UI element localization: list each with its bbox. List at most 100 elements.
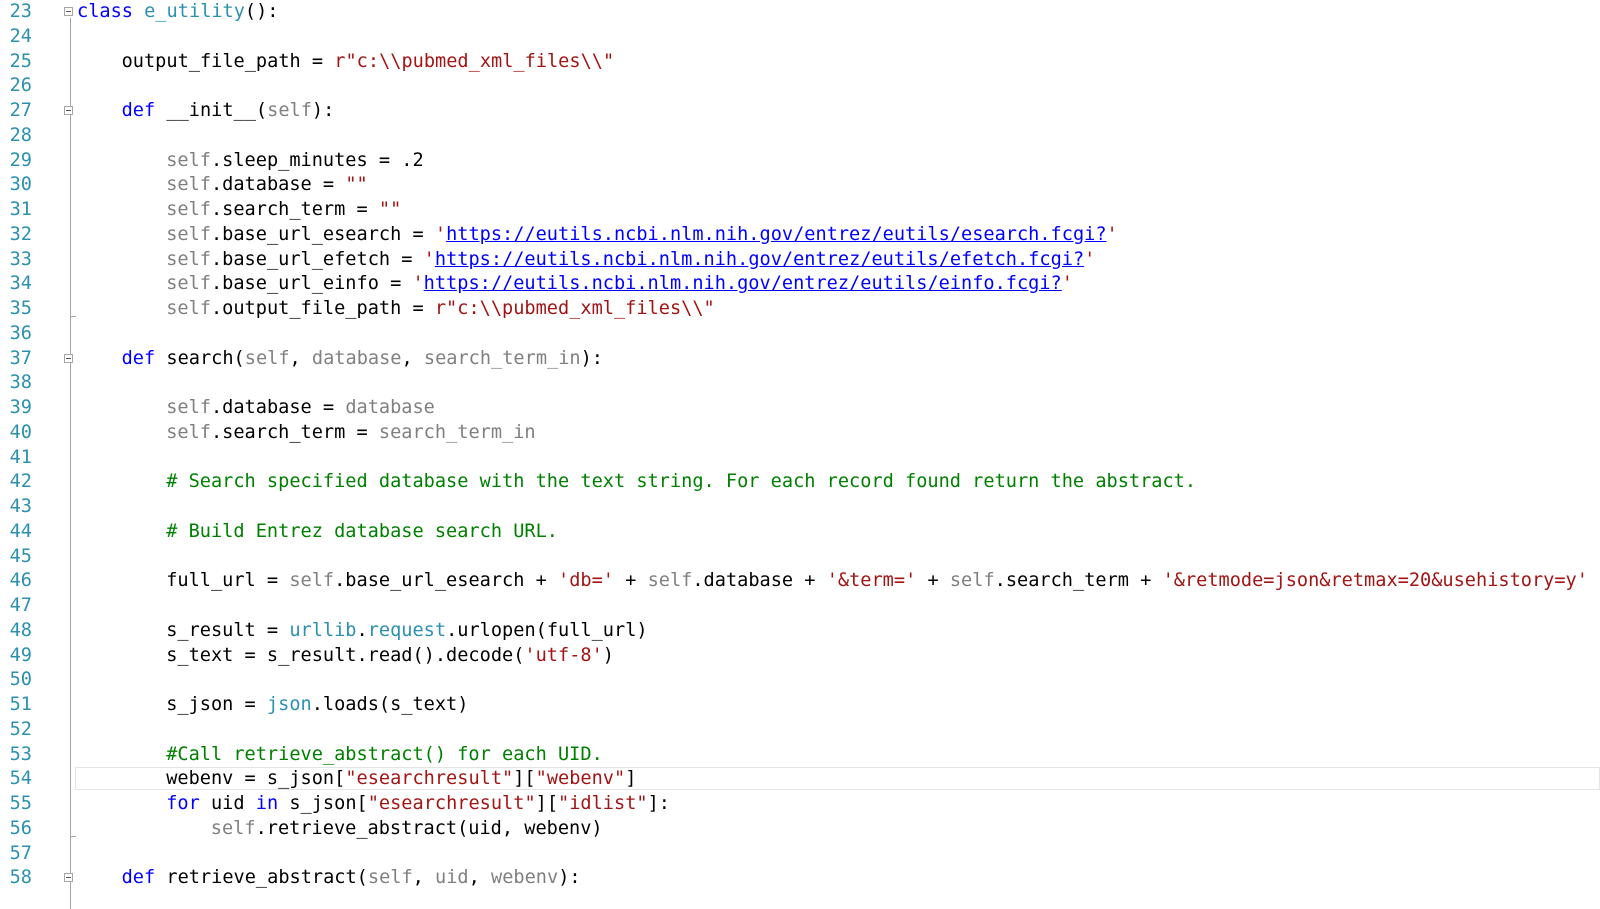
code-link[interactable]: https://eutils.ncbi.nlm.nih.gov/entrez/e… — [446, 224, 1106, 245]
code-token: .search_term = — [210, 421, 379, 443]
line-number: 57 — [9, 842, 32, 864]
code-token: , — [401, 347, 424, 369]
line-number: 28 — [9, 124, 32, 146]
code-token: ): — [580, 347, 603, 369]
code-text-area[interactable]: class e_utility(): output_file_path = r"c… — [77, 0, 1600, 909]
code-token: webenv = s_json[ — [166, 768, 346, 790]
code-token: ' — [434, 223, 447, 245]
code-token: self — [166, 174, 211, 196]
code-token: self — [166, 199, 211, 220]
code-token: urllib — [289, 619, 357, 641]
line-number: 36 — [9, 322, 32, 344]
code-line[interactable]: self.base_url_einfo = 'https://eutils.nc… — [166, 271, 1073, 296]
code-token: e_utility — [144, 1, 245, 22]
line-number-gutter: 23 24 25 26 27 28 29 30 31 32 33 34 35 36 37 38 39 40 41 42… — [0, 0, 44, 909]
code-line[interactable]: full_url = self .base_url_esearch + 'db='… — [166, 568, 1588, 593]
code-token: "esearchresult" — [367, 793, 536, 814]
code-token: def — [121, 100, 167, 121]
code-line[interactable]: self.search_term = search_term_in — [166, 420, 535, 445]
line-number: 34 — [9, 273, 32, 295]
line-number: 27 — [9, 100, 32, 121]
collapse-icon[interactable] — [64, 353, 73, 363]
code-token: uid — [210, 793, 256, 814]
code-line[interactable]: output_file_path = r"c:\\pubmed_xml_file… — [122, 49, 615, 74]
code-token: request — [367, 619, 447, 641]
collapse-icon[interactable] — [64, 7, 73, 16]
code-token: .output_file_path = — [210, 298, 435, 319]
code-token: self — [166, 273, 211, 295]
code-line[interactable]: self.retrieve_abstract(uid, webenv) — [211, 816, 603, 841]
code-link[interactable]: https://eutils.ncbi.nlm.nih.gov/entrez/e… — [435, 249, 1084, 270]
code-line[interactable]: # Build Entrez database search URL. — [166, 519, 558, 544]
code-token: database — [345, 397, 435, 418]
code-token: ' — [1106, 223, 1118, 245]
code-token: self — [267, 100, 312, 121]
code-line[interactable]: self.output_file_path = r"c:\\pubmed_xml… — [166, 296, 715, 321]
code-link[interactable]: https://eutils.ncbi.nlm.nih.gov/entrez/e… — [424, 273, 1062, 294]
code-line[interactable]: #Call retrieve_abstract() for each UID. — [166, 742, 603, 767]
line-number: 51 — [9, 694, 32, 715]
code-token: 'db=' — [558, 570, 614, 592]
code-token: .search_term + — [994, 570, 1163, 592]
code-token: ]: — [647, 793, 670, 814]
code-token: .sleep_minutes = .2 — [210, 149, 424, 171]
code-line[interactable]: self.base_url_esearch = 'https://eutils.… — [166, 222, 1118, 247]
code-token: .base_url_esearch + — [334, 570, 558, 592]
code-line[interactable]: for uid in s_json["esearchresult"]["idli… — [166, 791, 670, 816]
code-line[interactable]: def __init__(self): — [122, 98, 335, 123]
code-line[interactable]: webenv = s_json["esearchresult"]["webenv… — [166, 766, 636, 791]
code-token: s_json[ — [289, 793, 368, 814]
code-token: '&retmode=json&retmax=20&usehistory=y' — [1162, 570, 1588, 592]
code-line[interactable]: def search(self, database, search_term_i… — [122, 346, 603, 371]
code-line[interactable]: s_text = s_result.read().decode('utf-8') — [166, 643, 614, 668]
code-token: full_url = — [166, 570, 290, 592]
outlining-margin — [60, 0, 76, 909]
line-number: 23 — [9, 1, 32, 22]
code-token: r"c:\\pubmed_xml_files\\" — [334, 50, 615, 72]
collapse-icon[interactable] — [64, 873, 73, 883]
code-line[interactable]: self.database = database — [166, 395, 435, 420]
line-number: 42 — [9, 471, 32, 493]
code-line[interactable]: # Search specified database with the tex… — [166, 469, 1196, 494]
line-number: 25 — [9, 50, 32, 72]
code-token: .loads(s_text) — [311, 694, 469, 715]
code-token: self — [949, 570, 995, 592]
code-line[interactable]: class e_utility(): — [77, 0, 279, 24]
code-token: ' — [423, 248, 435, 270]
line-number: 30 — [9, 174, 32, 196]
line-number: 35 — [9, 298, 32, 319]
line-number: 52 — [9, 718, 32, 740]
code-token: for — [166, 793, 211, 814]
code-token: .retrieve_abstract(uid, webenv) — [255, 817, 603, 839]
code-token: __init__( — [166, 100, 268, 121]
code-line[interactable]: self.database = "" — [166, 172, 368, 197]
code-token: "" — [345, 174, 368, 196]
code-token: retrieve_abstract( — [166, 867, 368, 889]
code-token: # Search specified database with the tex… — [166, 471, 1197, 493]
code-token: ][ — [535, 793, 559, 814]
line-number: 38 — [9, 372, 32, 394]
code-token: self — [210, 817, 256, 839]
code-editor[interactable]: 23 24 25 26 27 28 29 30 31 32 33 34 35 36 37 38 39 40 41 42… — [0, 0, 1600, 909]
line-number: 43 — [9, 496, 32, 517]
code-token: self — [166, 223, 211, 245]
code-line[interactable]: self.search_term = "" — [166, 197, 401, 222]
line-number: 32 — [9, 223, 32, 245]
code-line[interactable]: def retrieve_abstract(self, uid, webenv)… — [122, 865, 581, 890]
code-token: class — [77, 1, 145, 22]
code-token: ): — [311, 100, 335, 121]
code-line[interactable]: self.sleep_minutes = .2 — [166, 148, 423, 173]
code-line[interactable]: s_json = json.loads(s_text) — [166, 692, 468, 717]
code-token: ' — [1061, 273, 1073, 295]
code-token: .urlopen(full_url) — [446, 619, 648, 641]
code-token: '&term=' — [826, 570, 917, 592]
line-number: 50 — [9, 669, 32, 691]
collapse-icon[interactable] — [64, 106, 73, 115]
code-token: .database = — [210, 174, 346, 196]
line-number: 26 — [9, 75, 32, 97]
code-token: def — [121, 347, 167, 369]
code-token: ): — [558, 867, 581, 889]
code-line[interactable]: self.base_url_efetch = 'https://eutils.n… — [166, 247, 1095, 272]
code-line[interactable]: s_result = urllib.request.urlopen(full_u… — [166, 618, 647, 643]
code-token: ] — [625, 768, 637, 790]
